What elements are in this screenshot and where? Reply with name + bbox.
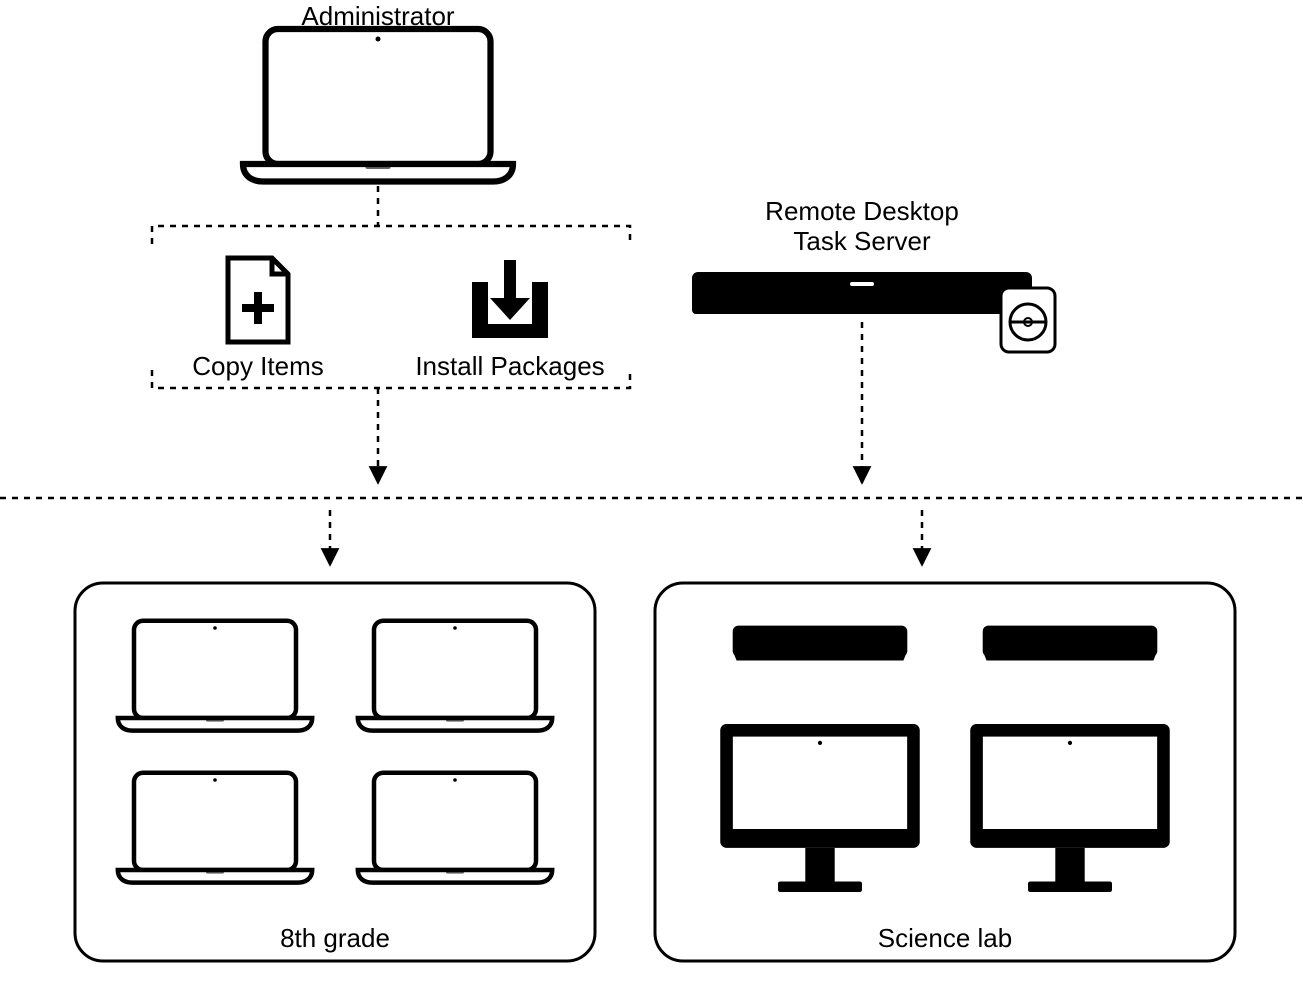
- science-mini-2: [983, 626, 1158, 661]
- task-server-icon: [692, 272, 1032, 314]
- remote-desktop-label-line1: Remote Desktop: [765, 196, 959, 226]
- copy-items-icon: [228, 258, 288, 342]
- client-laptop-1: [118, 621, 312, 731]
- science-display-2: [970, 724, 1170, 892]
- client-laptop-3: [118, 773, 312, 883]
- science-mini-1: [733, 626, 908, 661]
- remote-desktop-label-line2: Task Server: [793, 226, 931, 256]
- client-laptop-2: [358, 621, 552, 731]
- install-packages-icon: [472, 260, 548, 338]
- group-right-label: Science lab: [878, 923, 1012, 953]
- science-display-1: [720, 724, 920, 892]
- copy-items-label: Copy Items: [192, 351, 324, 381]
- client-laptop-4: [358, 773, 552, 883]
- group-left-label: 8th grade: [280, 923, 390, 953]
- admin-laptop-icon: [243, 29, 513, 182]
- disc-icon: [1001, 288, 1055, 352]
- install-packages-label: Install Packages: [415, 351, 604, 381]
